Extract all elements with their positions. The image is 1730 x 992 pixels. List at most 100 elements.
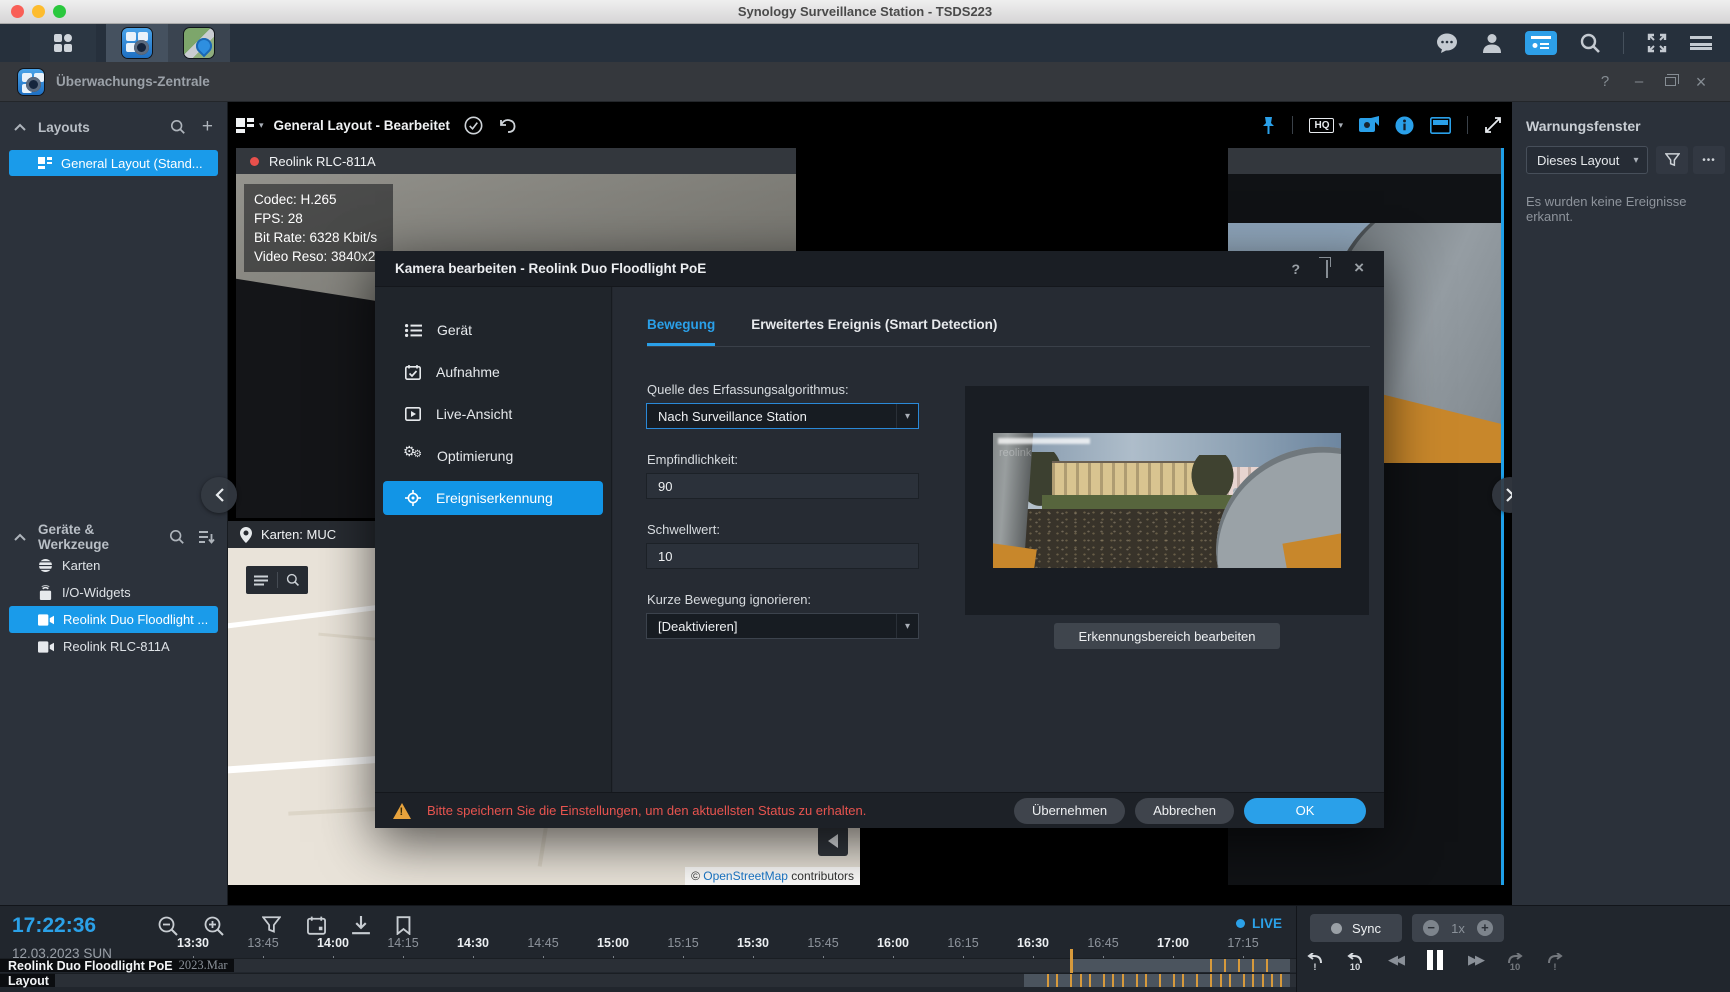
- dialog-nav-geraet[interactable]: Gerät: [383, 313, 603, 347]
- surveillance-station-app-tab[interactable]: [106, 24, 168, 62]
- dsm-taskbar: [0, 24, 1730, 62]
- sidebar-item-reolink-duo[interactable]: Reolink Duo Floodlight ...: [9, 606, 218, 633]
- bookmark-icon[interactable]: [396, 916, 411, 935]
- add-layout-icon[interactable]: +: [202, 116, 213, 138]
- restore-button[interactable]: [1661, 73, 1679, 91]
- back-10s-button[interactable]: 10: [1342, 953, 1368, 967]
- event-mark: [1210, 959, 1212, 972]
- timeline-tick-label: 15:00: [597, 936, 629, 950]
- camera-icon: [38, 614, 54, 626]
- help-button[interactable]: ?: [1596, 73, 1614, 91]
- timeline-row[interactable]: Layout: [0, 973, 1296, 987]
- timeline-row-label: Reolink Duo Floodlight PoE2023.Mar: [0, 959, 234, 972]
- apply-button[interactable]: Übernehmen: [1014, 798, 1125, 824]
- chevron-up-icon: [14, 123, 26, 131]
- chat-icon[interactable]: [1435, 32, 1459, 54]
- source-select[interactable]: Nach Surveillance Station ▾: [646, 403, 919, 429]
- pin-icon[interactable]: [1261, 116, 1276, 135]
- download-icon[interactable]: [352, 916, 370, 935]
- alerts-filter-button[interactable]: [1656, 146, 1688, 174]
- sidebar-item-karten[interactable]: Karten: [0, 552, 227, 579]
- sync-button[interactable]: Sync: [1310, 914, 1402, 942]
- filter-icon[interactable]: [262, 916, 281, 934]
- camera-tile-header: Reolink RLC-811A: [236, 148, 796, 174]
- playback-controls: ! 10 ◀◀ ▶▶ 10 !: [1302, 950, 1568, 970]
- confirm-layout-icon[interactable]: [464, 116, 483, 135]
- snapshot-icon[interactable]: [1359, 116, 1379, 134]
- next-event-button[interactable]: !: [1542, 953, 1568, 967]
- calendar-icon[interactable]: [307, 916, 326, 935]
- ok-button[interactable]: OK: [1244, 798, 1366, 824]
- dialog-nav-optimierung[interactable]: ⚙ ⚙ Optimierung: [383, 439, 603, 473]
- fullscreen-icon[interactable]: [1646, 32, 1668, 54]
- map-back-button[interactable]: [818, 826, 848, 856]
- event-mark: [1243, 974, 1245, 987]
- speed-increase-icon[interactable]: +: [1477, 920, 1493, 936]
- search-icon[interactable]: [169, 529, 185, 545]
- cancel-button[interactable]: Abbrechen: [1135, 798, 1234, 824]
- sidebar-item-general-layout[interactable]: General Layout (Stand...: [9, 150, 218, 176]
- zoom-in-icon[interactable]: [204, 916, 224, 936]
- threshold-input[interactable]: 10: [646, 543, 919, 569]
- close-button[interactable]: ×: [1692, 73, 1710, 91]
- dialog-nav-live-ansicht[interactable]: Live-Ansicht: [383, 397, 603, 431]
- tab-bewegung[interactable]: Bewegung: [647, 317, 715, 346]
- alerts-layout-select[interactable]: Dieses Layout ▾: [1526, 146, 1648, 174]
- map-list-icon[interactable]: [254, 575, 269, 586]
- speed-value: 1x: [1451, 921, 1465, 936]
- layout-grid-icon[interactable]: [236, 118, 254, 133]
- window-title: Synology Surveillance Station - TSDS223: [0, 4, 1730, 19]
- sidebar-item-reolink-rlc[interactable]: Reolink RLC-811A: [0, 633, 227, 660]
- devices-section-header[interactable]: Geräte & Werkzeuge: [0, 522, 227, 552]
- timeline-row[interactable]: Reolink Duo Floodlight PoE2023.Mar: [0, 958, 1296, 972]
- dialog-nav-aufnahme[interactable]: Aufnahme: [383, 355, 603, 389]
- dialog-warning-text: Bitte speichern Sie die Einstellungen, u…: [427, 803, 866, 818]
- info-icon[interactable]: [1395, 116, 1414, 135]
- expand-icon[interactable]: [1484, 116, 1502, 134]
- maps-app-tab[interactable]: [168, 24, 230, 62]
- live-indicator[interactable]: LIVE: [1236, 916, 1282, 931]
- edit-detection-area-button[interactable]: Erkennungsbereich bearbeiten: [1054, 623, 1280, 649]
- pause-button[interactable]: [1422, 950, 1448, 970]
- sort-icon[interactable]: [199, 530, 215, 544]
- dialog-close-icon[interactable]: ×: [1354, 261, 1364, 277]
- dialog-nav-ereigniserkennung[interactable]: Ereigniserkennung: [383, 481, 603, 515]
- speed-decrease-icon[interactable]: −: [1423, 920, 1439, 936]
- collapse-sidebar-button[interactable]: [201, 477, 237, 513]
- search-icon[interactable]: [170, 119, 186, 135]
- sensitivity-label: Empfindlichkeit:: [647, 452, 738, 467]
- minimize-button[interactable]: –: [1630, 73, 1648, 91]
- rewind-button[interactable]: ◀◀: [1382, 952, 1408, 968]
- fast-forward-button[interactable]: ▶▶: [1462, 952, 1488, 968]
- widgets-panel-icon[interactable]: [1525, 31, 1557, 55]
- sensitivity-input[interactable]: 90: [646, 473, 919, 499]
- dialog-maximize-icon[interactable]: [1326, 261, 1328, 277]
- openstreetmap-link[interactable]: OpenStreetMap: [703, 869, 788, 883]
- device-item-label: Karten: [62, 558, 100, 573]
- forward-10s-button[interactable]: 10: [1502, 953, 1528, 967]
- layout-caret-icon[interactable]: ▾: [259, 120, 264, 131]
- previous-event-button[interactable]: !: [1302, 953, 1328, 967]
- alerts-panel: Warnungsfenster Dieses Layout ▾ ••• Es w…: [1512, 102, 1730, 905]
- timeline-tick-label: 15:15: [667, 936, 698, 950]
- zoom-out-icon[interactable]: [158, 916, 178, 936]
- tab-erweitertes-ereignis[interactable]: Erweitertes Ereignis (Smart Detection): [751, 317, 997, 346]
- event-mark: [1122, 974, 1124, 987]
- map-attribution: © OpenStreetMap contributors: [685, 867, 860, 885]
- layouts-section-header[interactable]: Layouts +: [0, 112, 227, 142]
- map-search-icon[interactable]: [286, 573, 300, 587]
- stream-quality-button[interactable]: HQ ▾: [1309, 118, 1343, 133]
- event-mark: [1220, 974, 1222, 987]
- event-mark: [1089, 974, 1091, 987]
- undo-icon[interactable]: [497, 117, 517, 134]
- alerts-more-button[interactable]: •••: [1693, 146, 1725, 174]
- main-menu-button[interactable]: [30, 24, 96, 62]
- search-icon[interactable]: [1579, 32, 1601, 54]
- profile-icon[interactable]: [1481, 32, 1503, 54]
- options-menu-icon[interactable]: [1690, 36, 1712, 50]
- ignore-motion-label: Kurze Bewegung ignorieren:: [647, 592, 811, 607]
- ignore-motion-select[interactable]: [Deaktivieren] ▾: [646, 613, 919, 639]
- dialog-help-icon[interactable]: ?: [1292, 261, 1301, 277]
- sidebar-item-io-widgets[interactable]: I/O-Widgets: [0, 579, 227, 606]
- panel-layout-icon[interactable]: [1430, 117, 1451, 134]
